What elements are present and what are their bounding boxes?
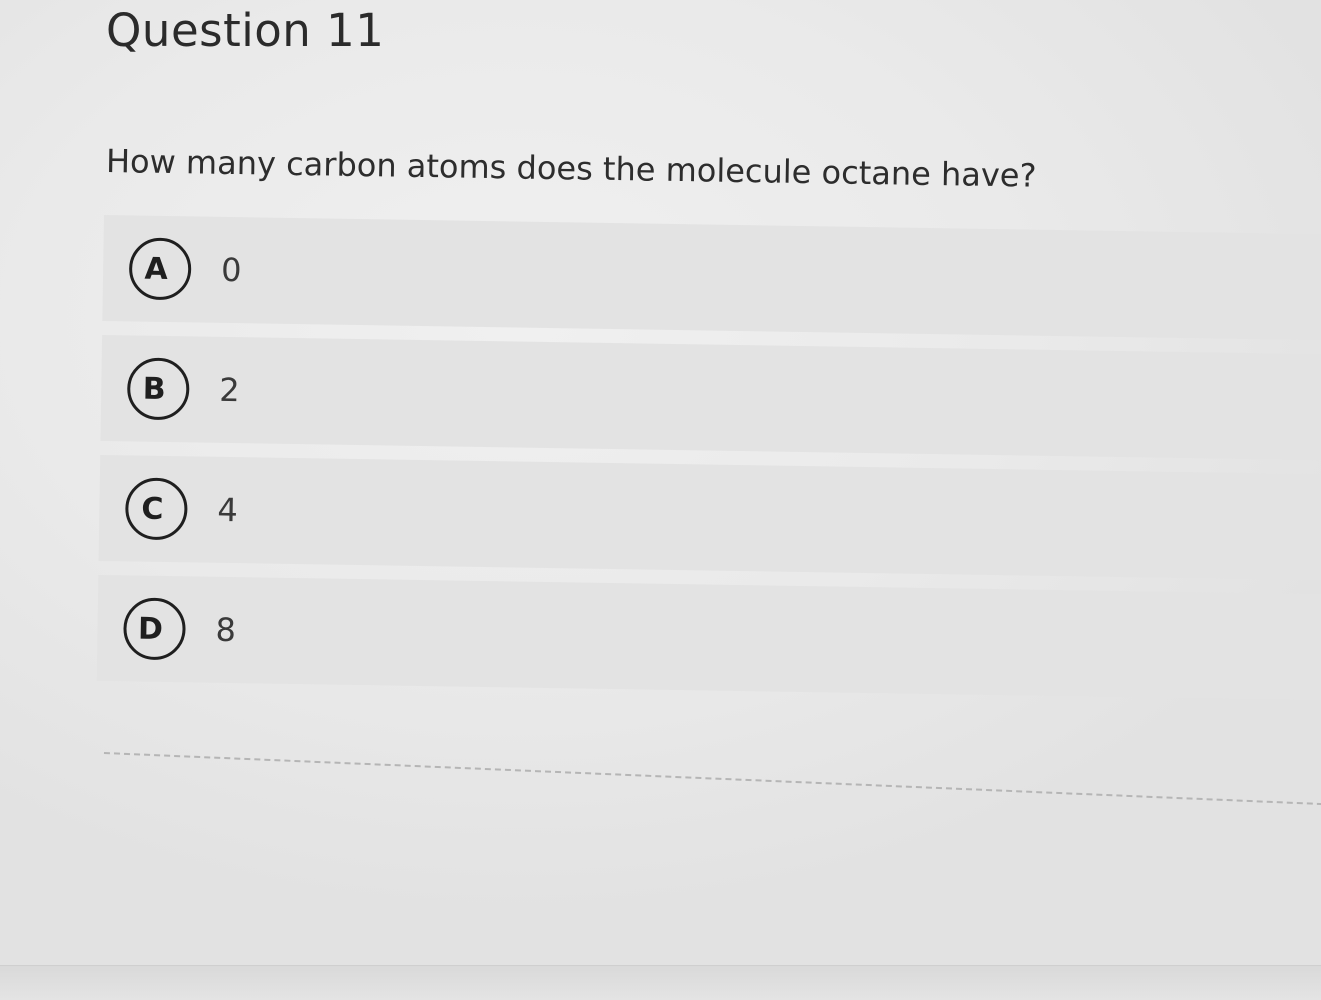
option-letter-badge: A	[128, 237, 192, 301]
option-value: 0	[220, 250, 242, 290]
section-divider	[103, 752, 1321, 806]
option-letter-badge: D	[123, 597, 186, 661]
option-value: 8	[215, 610, 237, 650]
option-value: 4	[217, 490, 239, 530]
answer-option-a[interactable]: A 0	[102, 215, 1321, 341]
answer-option-c[interactable]: C 4	[98, 454, 1321, 581]
answer-option-b[interactable]: B 2	[100, 334, 1321, 461]
screen-bottom-edge	[0, 965, 1321, 1000]
answer-options: A 0 B 2 C 4 D 8	[96, 215, 1321, 714]
option-letter-badge: C	[124, 477, 188, 541]
question-title: Question 11	[106, 4, 385, 57]
option-letter-badge: B	[126, 357, 190, 421]
question-prompt: How many carbon atoms does the molecule …	[105, 142, 1037, 195]
quiz-page: Question 11 How many carbon atoms does t…	[0, 0, 1321, 1000]
answer-option-d[interactable]: D 8	[96, 574, 1321, 701]
option-value: 2	[218, 370, 240, 410]
